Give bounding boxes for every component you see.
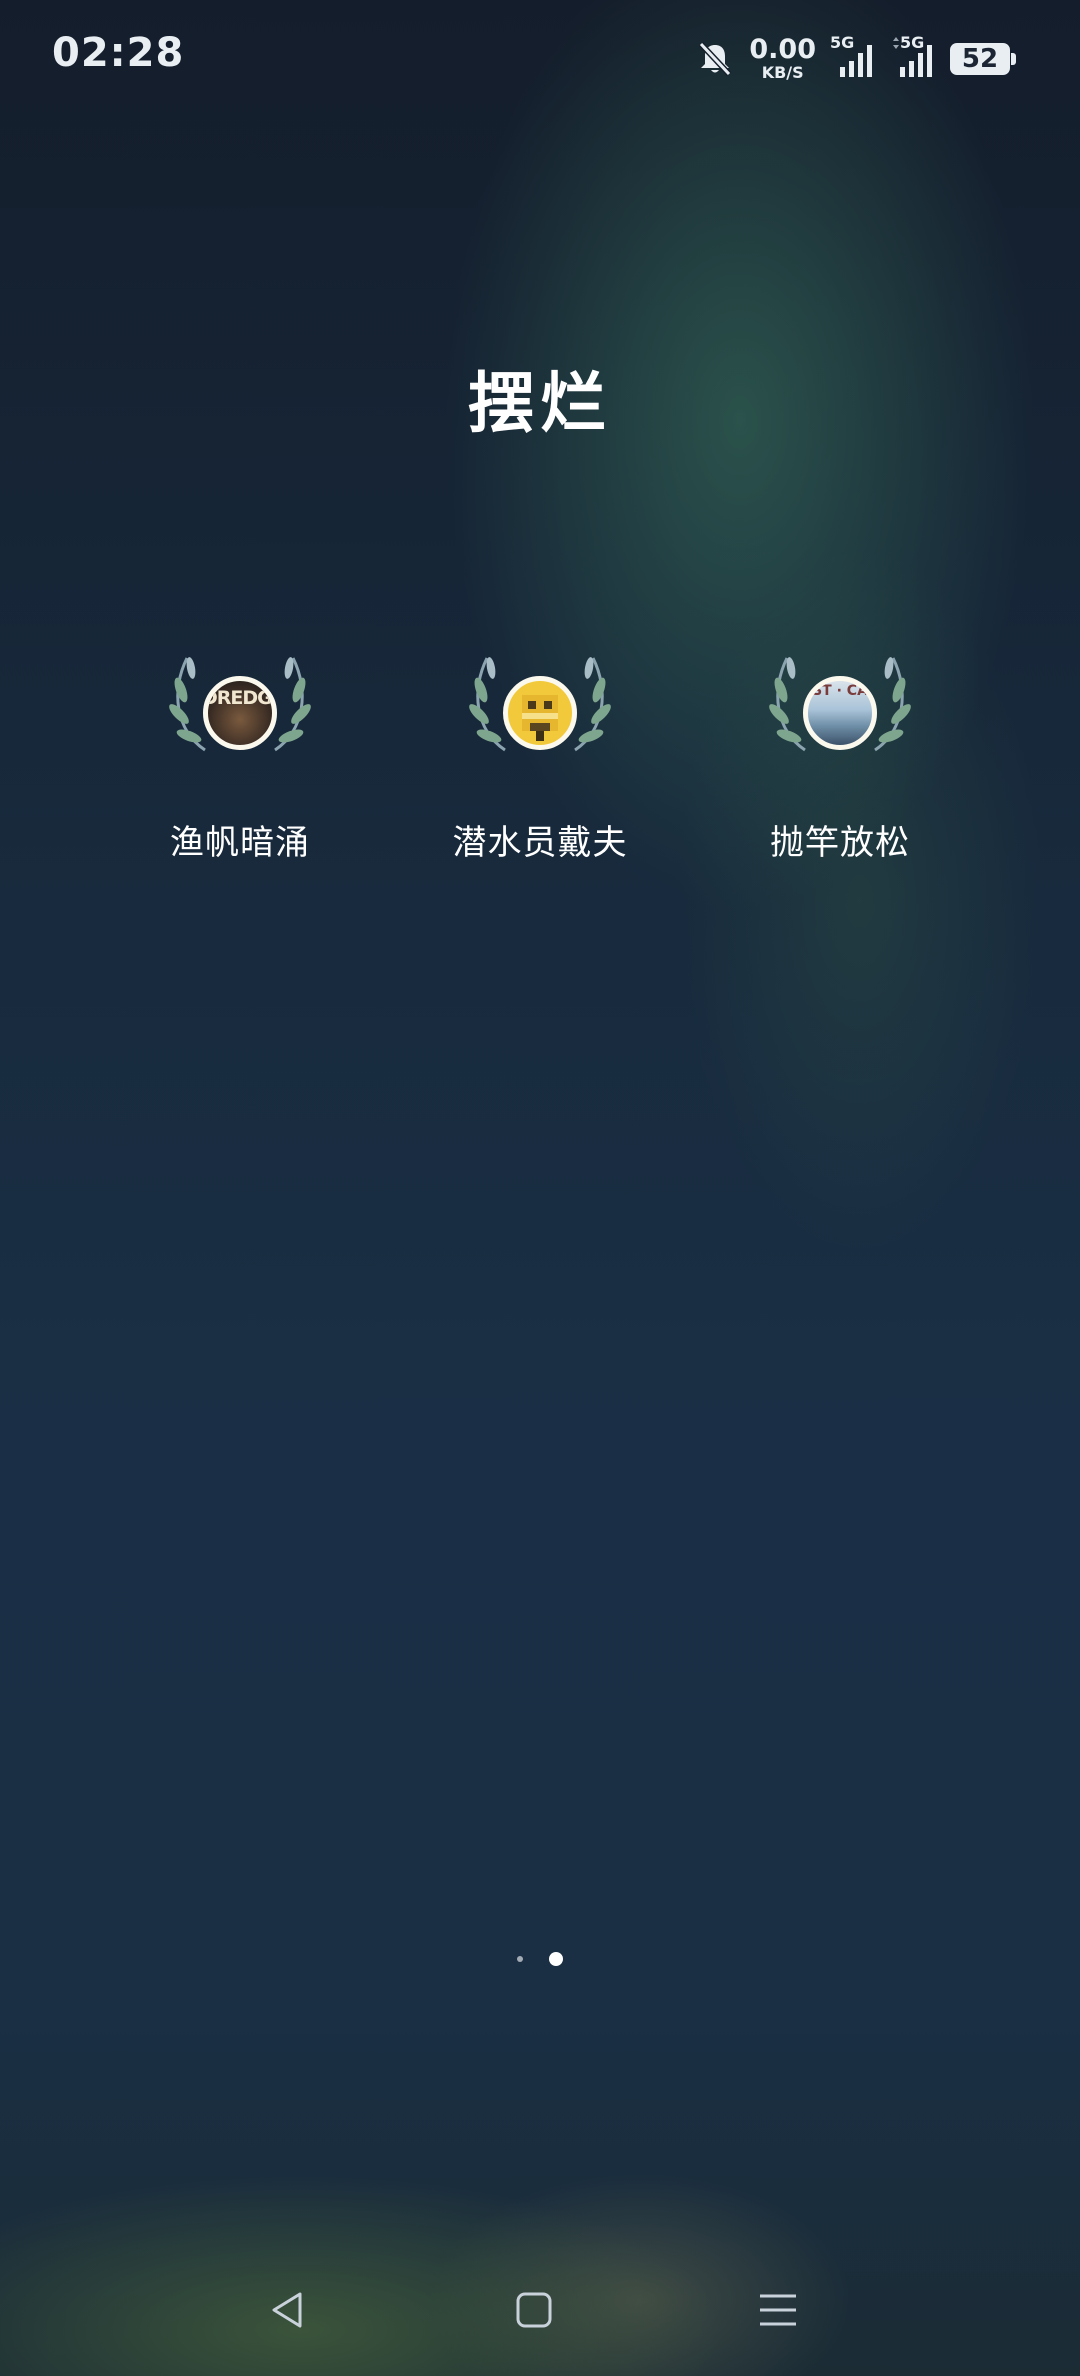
net-speed-unit: KB/S [761,63,804,82]
laurel-badge: ST · CA [765,640,915,770]
app-dredge[interactable]: DREDGE 渔帆暗涌 [90,640,390,864]
dredge-app-icon: DREDGE [203,676,277,750]
page-indicator [0,1952,1080,1966]
home-icon [516,2292,552,2328]
sim1-signal-icon: 5G [830,33,876,81]
page-dot-2-active[interactable] [549,1952,563,1966]
dredge-icon-text: DREDGE [203,687,277,709]
status-time: 02:28 [52,30,185,76]
app-cast-and-chill[interactable]: ST · CA 抛竿放松 [690,640,990,864]
back-button[interactable] [248,2270,328,2350]
status-icons: 0.00 KB/S 5G 5G 52 [695,33,1016,81]
sim2-tag: 5G [900,32,925,52]
laurel-badge: DREDGE [165,640,315,770]
cast-icon-text: ST · CA [812,683,868,699]
sim1-tag: 5G [830,32,855,52]
recents-button[interactable] [738,2270,818,2350]
app-label: 潜水员戴夫 [452,823,628,863]
recents-icon [760,2294,796,2326]
back-icon [272,2292,302,2328]
home-button[interactable] [494,2270,574,2350]
net-speed-value: 0.00 [749,34,816,65]
cast-app-icon: ST · CA [803,676,877,750]
app-label: 抛竿放松 [770,823,910,863]
bell-off-icon [699,41,732,76]
page-dot-1[interactable] [517,1956,523,1962]
sim2-signal-icon: 5G [890,33,936,81]
battery-level: 52 [961,43,999,74]
status-bar: 02:28 0.00 KB/S 5G 5G 52 [0,0,1080,120]
net-speed: 0.00 KB/S [749,36,816,81]
battery-icon: 52 [950,42,1016,75]
dave-app-icon [503,676,577,750]
app-dave-the-diver[interactable]: 潜水员戴夫 [390,640,690,864]
navigation-bar [0,2270,1080,2350]
folder-app-grid: DREDGE 渔帆暗涌 潜水员戴夫 ST · CA 抛竿放松 [0,640,1080,880]
app-label: 渔帆暗涌 [170,823,310,863]
laurel-badge [465,640,615,770]
folder-title[interactable]: 摆烂 [0,350,1080,446]
